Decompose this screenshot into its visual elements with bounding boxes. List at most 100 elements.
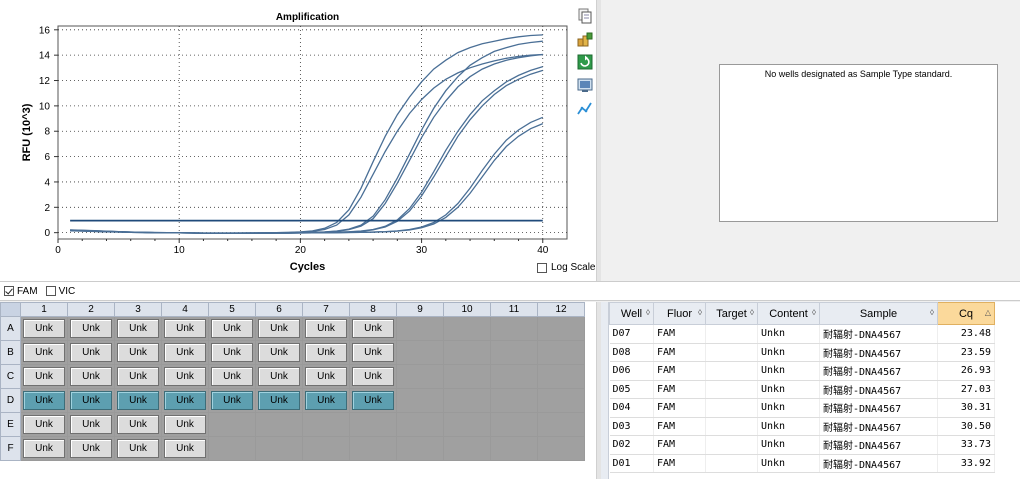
well-button-B01[interactable]: Unk [23,343,65,362]
results-row[interactable]: D08 FAM Unkn 耐辐射-DNA4567 23.59 [609,343,995,362]
well-button-A04[interactable]: Unk [164,319,206,338]
plate-well-D11[interactable] [490,388,538,413]
well-button-E02[interactable]: Unk [70,415,112,434]
plate-well-E11[interactable] [490,412,538,437]
vic-checkbox[interactable] [45,286,56,296]
plate-well-E03[interactable]: Unk [114,412,162,437]
plate-well-A04[interactable]: Unk [161,316,209,341]
refresh-icon[interactable] [577,54,593,70]
plate-column-header-10[interactable]: 10 [443,302,491,317]
well-button-A02[interactable]: Unk [70,319,112,338]
plate-well-C07[interactable]: Unk [302,364,350,389]
sort-icon[interactable]: ◊ [930,308,934,317]
plate-well-D01[interactable]: Unk [20,388,68,413]
plate-row-header-E[interactable]: E [0,412,21,437]
plate-well-C08[interactable]: Unk [349,364,397,389]
fluor-option-fam[interactable]: FAM [4,286,38,297]
well-button-E03[interactable]: Unk [117,415,159,434]
plate-well-D06[interactable]: Unk [255,388,303,413]
well-button-F01[interactable]: Unk [23,439,65,458]
plate-column-header-2[interactable]: 2 [67,302,115,317]
plate-column-header-5[interactable]: 5 [208,302,256,317]
plate-well-E07[interactable] [302,412,350,437]
plate-well-D05[interactable]: Unk [208,388,256,413]
sort-icon[interactable]: ◊ [812,308,816,317]
plate-well-D02[interactable]: Unk [67,388,115,413]
results-row[interactable]: D07 FAM Unkn 耐辐射-DNA4567 23.48 [609,324,995,344]
chart-settings-icon[interactable] [577,100,593,116]
plate-well-F06[interactable] [255,436,303,461]
plate-well-F09[interactable] [396,436,444,461]
results-header-fluor[interactable]: Fluor ◊ [653,302,706,325]
plate-row-header-D[interactable]: D [0,388,21,413]
sort-ascending-icon[interactable]: △ [985,308,991,317]
plate-well-E12[interactable] [537,412,585,437]
plate-well-B05[interactable]: Unk [208,340,256,365]
fluor-option-vic[interactable]: VIC [45,286,75,297]
well-button-C01[interactable]: Unk [23,367,65,386]
results-row[interactable]: D06 FAM Unkn 耐辐射-DNA4567 26.93 [609,361,995,381]
plate-well-A07[interactable]: Unk [302,316,350,341]
plate-well-A12[interactable] [537,316,585,341]
plate-well-D09[interactable] [396,388,444,413]
well-button-D03[interactable]: Unk [117,391,159,410]
plate-column-header-11[interactable]: 11 [490,302,538,317]
well-button-A03[interactable]: Unk [117,319,159,338]
plate-well-C01[interactable]: Unk [20,364,68,389]
log-scale-toggle[interactable]: Log Scale [537,262,595,273]
plate-well-B07[interactable]: Unk [302,340,350,365]
well-button-A08[interactable]: Unk [352,319,394,338]
plate-well-E01[interactable]: Unk [20,412,68,437]
plate-column-header-1[interactable]: 1 [20,302,68,317]
plate-well-D04[interactable]: Unk [161,388,209,413]
results-header-target[interactable]: Target ◊ [705,302,758,325]
results-header-sample[interactable]: Sample ◊ [819,302,938,325]
export-icon[interactable] [577,31,593,47]
plate-well-E04[interactable]: Unk [161,412,209,437]
well-button-C03[interactable]: Unk [117,367,159,386]
well-button-A01[interactable]: Unk [23,319,65,338]
sort-icon[interactable]: ◊ [750,308,754,317]
plate-column-header-8[interactable]: 8 [349,302,397,317]
plate-well-F05[interactable] [208,436,256,461]
plate-corner-header[interactable] [0,302,21,317]
fam-checkbox[interactable] [4,286,14,296]
plate-well-B08[interactable]: Unk [349,340,397,365]
well-button-E04[interactable]: Unk [164,415,206,434]
well-button-B05[interactable]: Unk [211,343,253,362]
plate-well-D03[interactable]: Unk [114,388,162,413]
plate-well-C03[interactable]: Unk [114,364,162,389]
plate-well-B10[interactable] [443,340,491,365]
plate-well-E02[interactable]: Unk [67,412,115,437]
results-row[interactable]: D02 FAM Unkn 耐辐射-DNA4567 33.73 [609,435,995,455]
well-button-C06[interactable]: Unk [258,367,300,386]
results-header-well[interactable]: Well ◊ [609,302,654,325]
well-button-A07[interactable]: Unk [305,319,347,338]
plate-well-F11[interactable] [490,436,538,461]
plate-well-B09[interactable] [396,340,444,365]
well-button-B03[interactable]: Unk [117,343,159,362]
plate-well-C10[interactable] [443,364,491,389]
well-button-C05[interactable]: Unk [211,367,253,386]
plate-well-F07[interactable] [302,436,350,461]
sort-icon[interactable]: ◊ [698,308,702,317]
plate-column-header-9[interactable]: 9 [396,302,444,317]
plate-well-C12[interactable] [537,364,585,389]
plate-well-A11[interactable] [490,316,538,341]
plate-well-F12[interactable] [537,436,585,461]
plate-well-E05[interactable] [208,412,256,437]
print-icon[interactable] [577,77,593,93]
plate-well-C04[interactable]: Unk [161,364,209,389]
plate-well-B03[interactable]: Unk [114,340,162,365]
results-header-cq[interactable]: Cq △ [937,302,995,325]
plate-well-B04[interactable]: Unk [161,340,209,365]
plate-well-A08[interactable]: Unk [349,316,397,341]
well-button-B08[interactable]: Unk [352,343,394,362]
well-button-A05[interactable]: Unk [211,319,253,338]
well-button-C04[interactable]: Unk [164,367,206,386]
plate-column-header-12[interactable]: 12 [537,302,585,317]
plate-well-C11[interactable] [490,364,538,389]
results-row[interactable]: D04 FAM Unkn 耐辐射-DNA4567 30.31 [609,398,995,418]
plate-row-header-A[interactable]: A [0,316,21,341]
plate-well-A02[interactable]: Unk [67,316,115,341]
